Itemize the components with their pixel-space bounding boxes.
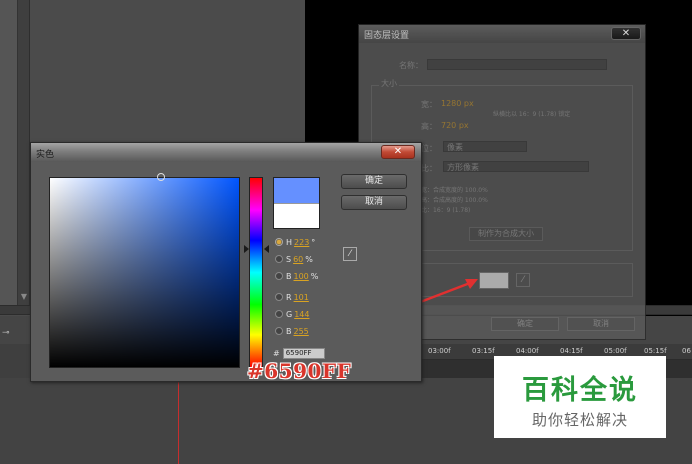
eyedropper-icon[interactable]: ⁄ — [516, 273, 530, 287]
pixel-aspect-label: 比： — [421, 164, 437, 173]
color-preview — [273, 177, 320, 229]
ruler-tick: 05:00f — [604, 347, 627, 355]
new-color-swatch — [274, 178, 319, 203]
hue-radio[interactable] — [275, 238, 283, 246]
units-select[interactable]: 像素 — [443, 141, 527, 152]
size-group-label: 大小 — [379, 78, 399, 89]
field-value[interactable]: 223 — [294, 238, 309, 247]
brightness-field[interactable]: B 100 % — [275, 270, 318, 282]
ruler-tick: 03:15f — [472, 347, 495, 355]
name-field[interactable] — [427, 59, 607, 70]
ruler-tick: 06 — [682, 347, 691, 355]
scroll-down-icon[interactable]: ▼ — [19, 292, 29, 302]
field-value[interactable]: 100 — [294, 272, 309, 281]
picker-titlebar[interactable]: 实色 ✕ — [31, 143, 421, 162]
eyedropper-icon[interactable]: ⁄ — [343, 247, 357, 261]
field-unit: % — [305, 254, 313, 264]
playhead[interactable] — [178, 370, 179, 464]
field-unit: ° — [311, 237, 316, 247]
solid-color-swatch[interactable] — [479, 272, 509, 289]
red-radio[interactable] — [275, 293, 283, 301]
pixel-aspect-select[interactable]: 方形像素 — [443, 161, 589, 172]
solid-dialog-titlebar[interactable]: 固态层设置 ✕ — [359, 25, 645, 43]
hex-annotation: #6590FF — [247, 359, 352, 383]
info-line: 宽：合成宽度的 100.0% — [421, 187, 488, 194]
watermark-main: 百科全说 — [522, 375, 638, 406]
field-label: G — [286, 309, 293, 319]
field-label: B — [286, 271, 292, 281]
ruler-tick: 03:00f — [428, 347, 451, 355]
info-line: 比：16：9 (1.78) — [421, 207, 471, 214]
ok-button[interactable]: 确定 — [341, 174, 407, 189]
brightness-radio[interactable] — [275, 272, 283, 280]
ruler-tick: 04:15f — [560, 347, 583, 355]
field-value[interactable]: 255 — [294, 327, 309, 336]
watermark-sub: 助你轻松解决 — [531, 411, 628, 429]
field-unit: % — [310, 271, 319, 281]
field-value[interactable]: 60 — [293, 255, 303, 264]
panel-scrollbar[interactable] — [18, 0, 30, 306]
ruler-tick: 05:15f — [644, 347, 667, 355]
close-icon[interactable]: ✕ — [381, 145, 415, 159]
ok-button[interactable]: 确定 — [491, 317, 559, 331]
green-radio[interactable] — [275, 310, 283, 318]
hex-prefix: # — [273, 349, 280, 358]
field-label: B — [286, 326, 292, 336]
cancel-button[interactable]: 取消 — [341, 195, 407, 210]
field-label: H — [286, 237, 293, 247]
watermark-logo: 百科全说 助你轻松解决 — [494, 356, 666, 438]
height-label: 高： — [421, 122, 437, 131]
blue-radio[interactable] — [275, 327, 283, 335]
name-label: 名称： — [399, 61, 423, 70]
hue-slider-left-arrow-icon[interactable] — [244, 245, 249, 253]
field-label: R — [286, 292, 292, 302]
green-field[interactable]: G 144 — [275, 308, 311, 320]
color-cursor[interactable] — [157, 173, 165, 181]
solid-dialog-title: 固态层设置 — [364, 31, 410, 41]
field-value[interactable]: 144 — [294, 310, 309, 319]
hex-row: # 6590FF — [273, 348, 325, 359]
field-value[interactable]: 101 — [294, 293, 309, 302]
hue-field[interactable]: H 223 ° — [275, 236, 315, 248]
red-field[interactable]: R 101 — [275, 291, 311, 303]
saturation-brightness-field[interactable] — [49, 177, 240, 368]
picker-title: 实色 — [36, 150, 55, 160]
hue-slider[interactable] — [249, 177, 263, 368]
width-value[interactable]: 1280 px — [441, 99, 474, 108]
ruler-tick: 04:00f — [516, 347, 539, 355]
height-value[interactable]: 720 px — [441, 121, 469, 130]
saturation-radio[interactable] — [275, 255, 283, 263]
tools-strip — [0, 0, 18, 306]
timeline-menu-icon[interactable]: ⊸ — [2, 328, 10, 338]
lock-aspect-checkbox[interactable]: 纵横比以 16：9 (1.78) 锁定 — [493, 109, 570, 118]
width-label: 宽： — [421, 100, 437, 109]
field-label: S — [286, 254, 292, 264]
hex-input[interactable]: 6590FF — [282, 348, 325, 359]
old-color-swatch[interactable] — [274, 203, 319, 228]
color-picker-dialog: 实色 ✕ 确定 取消 H 223 ° S 60 % B 100 % R 101 … — [30, 142, 422, 382]
make-comp-size-button[interactable]: 制作为合成大小 — [469, 227, 543, 241]
saturation-field[interactable]: S 60 % — [275, 253, 313, 265]
units-label: 位： — [421, 144, 437, 153]
hue-slider-right-arrow-icon[interactable] — [264, 245, 269, 253]
cancel-button[interactable]: 取消 — [567, 317, 635, 331]
info-line: 高：合成高度的 100.0% — [421, 197, 488, 204]
blue-field[interactable]: B 255 — [275, 325, 311, 337]
close-icon[interactable]: ✕ — [611, 27, 641, 40]
